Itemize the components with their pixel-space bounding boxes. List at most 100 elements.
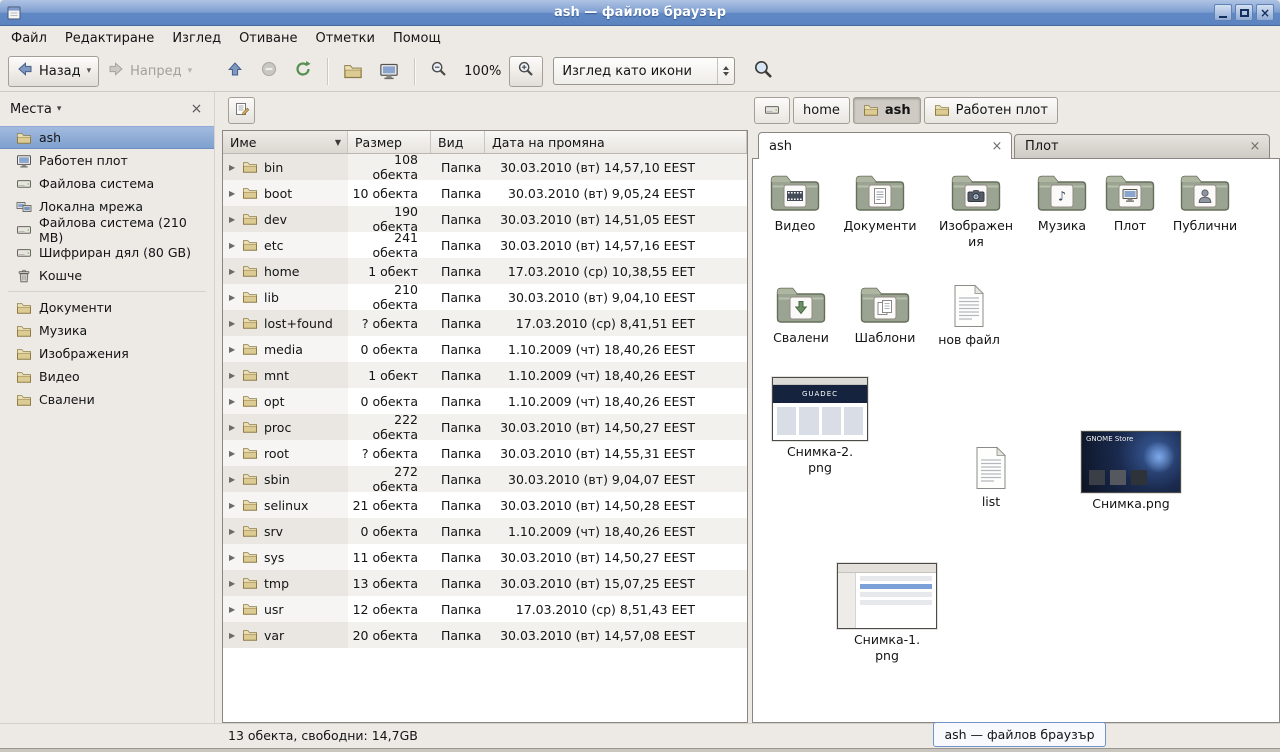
column-header[interactable]: Вид bbox=[431, 131, 485, 153]
minimize-button[interactable] bbox=[1214, 4, 1232, 21]
combo-spinner-icon[interactable] bbox=[717, 58, 734, 84]
sidebar-item[interactable]: ash bbox=[0, 126, 214, 149]
path-button[interactable]: home bbox=[793, 97, 850, 124]
file-row[interactable]: ▶lost+found? обектаПапка17.03.2010 (ср) … bbox=[223, 310, 747, 336]
file-row[interactable]: ▶tmp13 обектаПапка30.03.2010 (вт) 15,07,… bbox=[223, 570, 747, 596]
sidebar-item[interactable]: Файлова система bbox=[0, 172, 214, 195]
expander-icon[interactable]: ▶ bbox=[229, 241, 242, 250]
file-row[interactable]: ▶lib210 обектаПапка30.03.2010 (вт) 9,04,… bbox=[223, 284, 747, 310]
icon-view-item[interactable]: Документи bbox=[837, 169, 923, 234]
file-row[interactable]: ▶media0 обектаПапка1.10.2009 (чт) 18,40,… bbox=[223, 336, 747, 362]
expander-icon[interactable]: ▶ bbox=[229, 163, 242, 172]
icon-view-item[interactable]: ♪Музика bbox=[1029, 169, 1095, 234]
sidebar-item[interactable]: Документи bbox=[0, 296, 214, 319]
taskbar-window-button[interactable]: ash — файлов браузър bbox=[933, 722, 1106, 747]
icon-view-item[interactable]: Плот bbox=[1101, 169, 1159, 234]
maximize-button[interactable] bbox=[1235, 4, 1253, 21]
sidebar-item[interactable]: Кошче bbox=[0, 264, 214, 287]
column-header[interactable]: Име▼ bbox=[223, 131, 348, 153]
expander-icon[interactable]: ▶ bbox=[229, 319, 242, 328]
menu-item[interactable]: Отиване bbox=[230, 28, 306, 49]
expander-icon[interactable]: ▶ bbox=[229, 449, 242, 458]
file-row[interactable]: ▶etc241 обектаПапка30.03.2010 (вт) 14,57… bbox=[223, 232, 747, 258]
location-bar-toggle-button[interactable] bbox=[228, 97, 255, 124]
column-header[interactable]: Размер bbox=[348, 131, 431, 153]
tab[interactable]: ash× bbox=[758, 132, 1012, 159]
back-button[interactable]: Назад ▾ bbox=[8, 56, 99, 87]
expander-icon[interactable]: ▶ bbox=[229, 215, 242, 224]
file-row[interactable]: ▶var20 обектаПапка30.03.2010 (вт) 14,57,… bbox=[223, 622, 747, 648]
expander-icon[interactable]: ▶ bbox=[229, 527, 242, 536]
search-button[interactable] bbox=[745, 56, 782, 87]
sidebar-item[interactable]: Свалени bbox=[0, 388, 214, 411]
file-row[interactable]: ▶mnt1 обектПапка1.10.2009 (чт) 18,40,26 … bbox=[223, 362, 747, 388]
menu-item[interactable]: Редактиране bbox=[56, 28, 163, 49]
file-row[interactable]: ▶sys11 обектаПапка30.03.2010 (вт) 14,50,… bbox=[223, 544, 747, 570]
file-row[interactable]: ▶usr12 обектаПапка17.03.2010 (ср) 8,51,4… bbox=[223, 596, 747, 622]
icon-view-item[interactable]: list bbox=[953, 445, 1029, 510]
expander-icon[interactable]: ▶ bbox=[229, 267, 242, 276]
sidebar-item[interactable]: Файлова система (210 MB) bbox=[0, 218, 214, 241]
computer-button[interactable] bbox=[371, 56, 407, 87]
expander-icon[interactable]: ▶ bbox=[229, 553, 242, 562]
tab[interactable]: Плот× bbox=[1014, 134, 1270, 159]
forward-history-arrow-icon[interactable]: ▾ bbox=[188, 66, 193, 76]
expander-icon[interactable]: ▶ bbox=[229, 501, 242, 510]
file-row[interactable]: ▶bin108 обектаПапка30.03.2010 (вт) 14,57… bbox=[223, 154, 747, 180]
menu-item[interactable]: Отметки bbox=[306, 28, 383, 49]
forward-button[interactable]: Напред ▾ bbox=[99, 56, 200, 87]
icon-view-item[interactable]: Снимка-1. png bbox=[835, 563, 939, 663]
expander-icon[interactable]: ▶ bbox=[229, 189, 242, 198]
expander-icon[interactable]: ▶ bbox=[229, 579, 242, 588]
file-row[interactable]: ▶selinux21 обектаПапка30.03.2010 (вт) 14… bbox=[223, 492, 747, 518]
icon-view-item[interactable]: GNOME StoreСнимка.png bbox=[1079, 431, 1183, 512]
sidebar-item[interactable]: Музика bbox=[0, 319, 214, 342]
zoom-out-button[interactable] bbox=[422, 56, 456, 87]
menu-item[interactable]: Изглед bbox=[163, 28, 230, 49]
sidebar-close-icon[interactable]: × bbox=[187, 100, 206, 119]
titlebar[interactable]: ash — файлов браузър × bbox=[0, 0, 1280, 26]
expander-icon[interactable]: ▶ bbox=[229, 397, 242, 406]
sidebar-item[interactable]: Видео bbox=[0, 365, 214, 388]
reload-button[interactable] bbox=[286, 56, 320, 87]
icon-view-item[interactable]: Публични bbox=[1165, 169, 1245, 234]
sidebar-title[interactable]: Места bbox=[10, 102, 52, 117]
home-button[interactable] bbox=[335, 56, 371, 87]
expander-icon[interactable]: ▶ bbox=[229, 293, 242, 302]
sidebar-item[interactable]: Шифриран дял (80 GB) bbox=[0, 241, 214, 264]
stop-button[interactable] bbox=[252, 56, 286, 87]
back-history-arrow-icon[interactable]: ▾ bbox=[87, 66, 92, 76]
up-button[interactable] bbox=[218, 56, 252, 87]
view-mode-select[interactable]: Изглед като икони bbox=[553, 57, 735, 85]
expander-icon[interactable]: ▶ bbox=[229, 475, 242, 484]
icon-view-item[interactable]: Свалени bbox=[765, 281, 837, 346]
expander-icon[interactable]: ▶ bbox=[229, 631, 242, 640]
file-row[interactable]: ▶root? обектаПапка30.03.2010 (вт) 14,55,… bbox=[223, 440, 747, 466]
icon-view-item[interactable]: GUADECСнимка-2. png bbox=[769, 377, 871, 475]
path-button[interactable]: ash bbox=[853, 97, 921, 124]
file-row[interactable]: ▶opt0 обектаПапка1.10.2009 (чт) 18,40,26… bbox=[223, 388, 747, 414]
icon-view-item[interactable]: Изображен ия bbox=[931, 169, 1021, 249]
file-row[interactable]: ▶srv0 обектаПапка1.10.2009 (чт) 18,40,26… bbox=[223, 518, 747, 544]
path-button[interactable]: Работен плот bbox=[924, 97, 1058, 124]
menu-item[interactable]: Файл bbox=[2, 28, 56, 49]
icon-view-item[interactable]: нов файл bbox=[931, 283, 1007, 348]
tab-close-icon[interactable]: × bbox=[989, 139, 1005, 154]
sidebar-item[interactable]: Изображения bbox=[0, 342, 214, 365]
expander-icon[interactable]: ▶ bbox=[229, 423, 242, 432]
sidebar-title-caret-icon[interactable]: ▾ bbox=[57, 104, 62, 114]
expander-icon[interactable]: ▶ bbox=[229, 605, 242, 614]
tab-close-icon[interactable]: × bbox=[1247, 139, 1263, 154]
sidebar-item[interactable]: Работен плот bbox=[0, 149, 214, 172]
column-header[interactable]: Дата на промяна bbox=[485, 131, 747, 153]
file-row[interactable]: ▶sbin272 обектаПапка30.03.2010 (вт) 9,04… bbox=[223, 466, 747, 492]
expander-icon[interactable]: ▶ bbox=[229, 345, 242, 354]
pathbar-root-button[interactable] bbox=[754, 97, 790, 124]
file-row[interactable]: ▶dev190 обектаПапка30.03.2010 (вт) 14,51… bbox=[223, 206, 747, 232]
file-row[interactable]: ▶home1 обектПапка17.03.2010 (ср) 10,38,5… bbox=[223, 258, 747, 284]
zoom-in-button[interactable] bbox=[509, 56, 543, 87]
file-row[interactable]: ▶boot10 обектаПапка30.03.2010 (вт) 9,05,… bbox=[223, 180, 747, 206]
icon-view-item[interactable]: Видео bbox=[759, 169, 831, 234]
menu-item[interactable]: Помощ bbox=[384, 28, 450, 49]
close-button[interactable]: × bbox=[1256, 4, 1274, 21]
